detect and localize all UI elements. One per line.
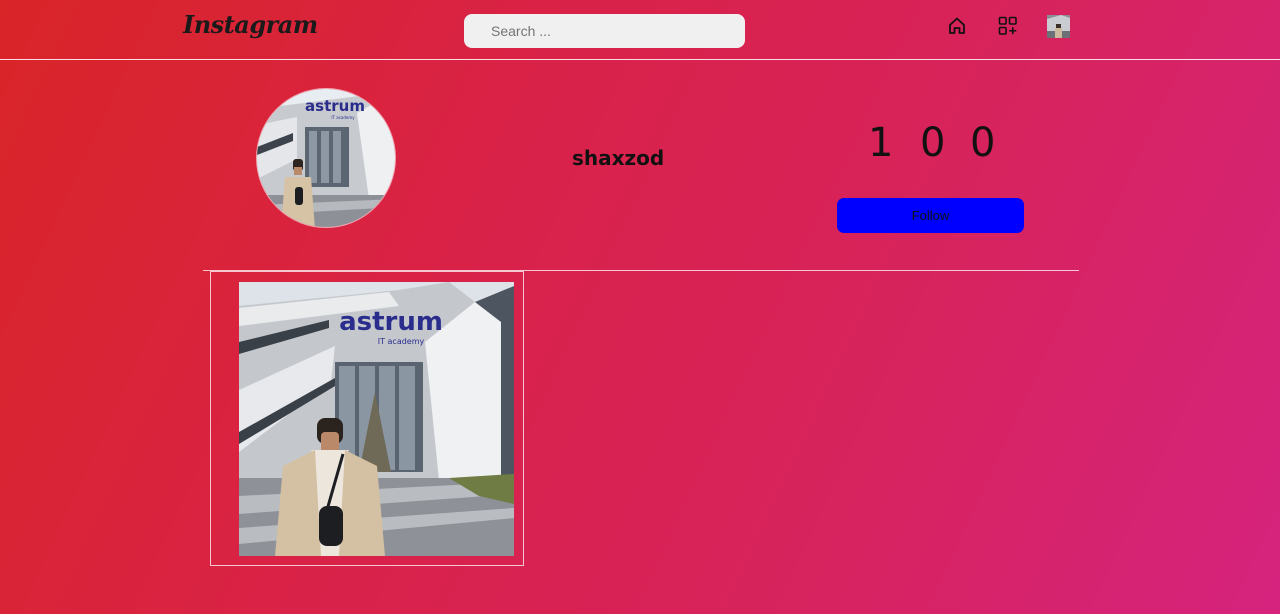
home-icon[interactable] (947, 16, 967, 36)
follow-button[interactable]: Follow (837, 198, 1024, 233)
avatar[interactable] (1047, 15, 1070, 38)
profile-picture[interactable]: astrum IT academy (256, 88, 396, 228)
stat-followers: 0 (920, 120, 946, 166)
instagram-logo[interactable]: Instagram (183, 10, 318, 39)
post-image[interactable]: astrum IT academy (239, 282, 514, 556)
search-input[interactable] (464, 14, 745, 48)
add-apps-icon[interactable] (998, 16, 1018, 36)
stat-posts: 1 (868, 120, 894, 166)
profile-username: shaxzod (572, 146, 665, 170)
stat-following: 0 (970, 120, 996, 166)
post-sign-subtext: IT academy (378, 337, 425, 346)
sign-subtext: IT academy (331, 115, 355, 120)
top-navbar: Instagram (0, 0, 1280, 60)
post-sign-text: astrum (339, 307, 443, 337)
sign-text: astrum (305, 97, 365, 115)
